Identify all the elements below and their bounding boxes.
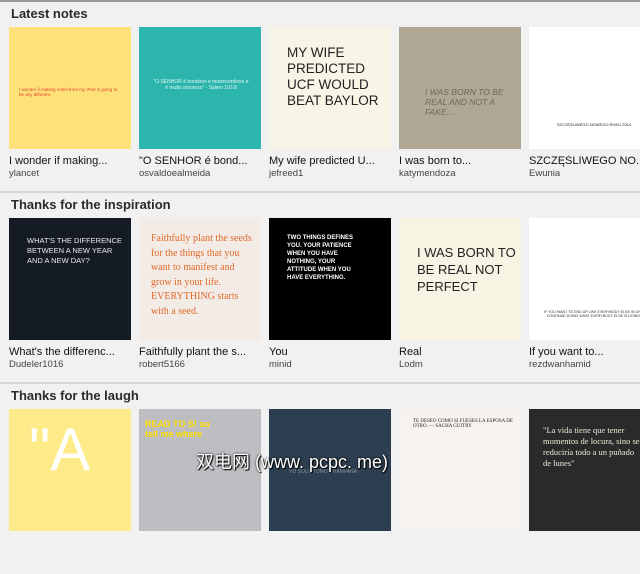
- note-card[interactable]: I wonder if making notes from my iPad is…: [9, 27, 131, 179]
- note-title[interactable]: SZCZĘŚLIWEGO NO...: [529, 155, 640, 167]
- note-thumbnail[interactable]: Faithfully plant the seeds for the thing…: [139, 218, 261, 340]
- section-divider: [0, 191, 640, 193]
- note-title[interactable]: Real: [399, 346, 521, 358]
- note-author[interactable]: ylancet: [9, 168, 131, 179]
- note-thumbnail[interactable]: I wonder if making notes from my iPad is…: [9, 27, 131, 149]
- note-art-text: I WAS BORN TO BE REAL AND NOT A FAKE...: [425, 87, 504, 117]
- note-thumbnail[interactable]: "A: [9, 409, 131, 531]
- watermark: 双电网 (www. pcpc. me): [196, 452, 389, 472]
- section-title: Latest notes: [11, 6, 88, 21]
- note-author[interactable]: rezdwanhamid: [529, 359, 640, 370]
- note-card[interactable]: IF YOU WANT TO END UP LIKE EVERYBODY ELS…: [529, 218, 640, 370]
- note-card[interactable]: "La vida tiene que tener momentos de loc…: [529, 409, 640, 538]
- note-art-text: WHAT'S THE DIFFERENCE BETWEEN A NEW YEAR…: [27, 236, 122, 265]
- note-card[interactable]: "A: [9, 409, 131, 538]
- note-thumbnail[interactable]: "La vida tiene que tener momentos de loc…: [529, 409, 640, 531]
- section-latest-notes: Latest notes I wonder if making notes fr…: [0, 2, 640, 192]
- note-title[interactable]: Faithfully plant the s...: [139, 346, 261, 358]
- note-art-text: READ TO S! so tell me where: [145, 419, 210, 439]
- section-title: Thanks for the laugh: [11, 388, 139, 403]
- note-thumbnail[interactable]: "O SENHOR é bondoso e misericordioso e é…: [139, 27, 261, 149]
- note-author[interactable]: Ewunia: [529, 168, 640, 179]
- note-card[interactable]: I WAS BORN TO BE REAL NOT PERFECT Real L…: [399, 218, 521, 370]
- note-thumbnail[interactable]: WHAT'S THE DIFFERENCE BETWEEN A NEW YEAR…: [9, 218, 131, 340]
- note-card[interactable]: I WAS BORN TO BE REAL AND NOT A FAKE... …: [399, 27, 521, 179]
- note-card[interactable]: "O SENHOR é bondoso e misericordioso e é…: [139, 27, 261, 179]
- note-art-text: TWO THINGS DEFINES YOU. YOUR PATIENCE WH…: [287, 235, 353, 281]
- note-thumbnail[interactable]: TE DESEO COMO SI FUESES LA ESPOSA DE OTR…: [399, 409, 521, 531]
- note-thumbnail[interactable]: TWO THINGS DEFINES YOU. YOUR PATIENCE WH…: [269, 218, 391, 340]
- note-card[interactable]: Faithfully plant the seeds for the thing…: [139, 218, 261, 370]
- note-author[interactable]: robert5166: [139, 359, 261, 370]
- note-art-text: "La vida tiene que tener momentos de loc…: [543, 425, 640, 468]
- note-thumbnail[interactable]: IF YOU WANT TO END UP LIKE EVERYBODY ELS…: [529, 218, 640, 340]
- note-art-text: TE DESEO COMO SI FUESES LA ESPOSA DE OTR…: [413, 419, 513, 429]
- note-title[interactable]: If you want to...: [529, 346, 640, 358]
- note-title[interactable]: What's the differenc...: [9, 346, 131, 358]
- note-art-text: I wonder if making notes from my iPad is…: [19, 87, 118, 97]
- section-title: Thanks for the inspiration: [11, 197, 171, 212]
- note-author[interactable]: minid: [269, 359, 391, 370]
- note-art-text: IF YOU WANT TO END UP LIKE EVERYBODY ELS…: [543, 310, 640, 318]
- note-art-text: I WAS BORN TO BE REAL NOT PERFECT: [417, 245, 516, 294]
- note-art-text: MY WIFE PREDICTED UCF WOULD BEAT BAYLOR: [287, 45, 379, 108]
- note-card[interactable]: TE DESEO COMO SI FUESES LA ESPOSA DE OTR…: [399, 409, 521, 538]
- note-art-text: "A: [29, 416, 91, 483]
- note-thumbnail[interactable]: I WAS BORN TO BE REAL AND NOT A FAKE...: [399, 27, 521, 149]
- note-author[interactable]: Lodm: [399, 359, 521, 370]
- note-title[interactable]: I wonder if making...: [9, 155, 131, 167]
- note-art-text: SZCZĘŚLIWEGO NOWEGO ROKU 2014: [556, 122, 632, 127]
- note-card[interactable]: TWO THINGS DEFINES YOU. YOUR PATIENCE WH…: [269, 218, 391, 370]
- note-card[interactable]: SZCZĘŚLIWEGO NOWEGO ROKU 2014 SZCZĘŚLIWE…: [529, 27, 640, 179]
- section-thanks-for-the-laugh: Thanks for the laugh "A READ TO S! so te…: [0, 382, 640, 574]
- note-title[interactable]: I was born to...: [399, 155, 521, 167]
- note-author[interactable]: jefreed1: [269, 168, 391, 179]
- note-art-text: Faithfully plant the seeds for the thing…: [151, 233, 252, 317]
- section-thanks-for-the-inspiration: Thanks for the inspiration WHAT'S THE DI…: [0, 191, 640, 383]
- note-card[interactable]: MY WIFE PREDICTED UCF WOULD BEAT BAYLOR …: [269, 27, 391, 179]
- section-divider: [0, 382, 640, 384]
- note-thumbnail[interactable]: MY WIFE PREDICTED UCF WOULD BEAT BAYLOR: [269, 27, 391, 149]
- note-card[interactable]: WHAT'S THE DIFFERENCE BETWEEN A NEW YEAR…: [9, 218, 131, 370]
- note-author[interactable]: osvaldoealmeida: [139, 168, 261, 179]
- note-title[interactable]: "O SENHOR é bond...: [139, 155, 261, 167]
- note-art-text: "O SENHOR é bondoso e misericordioso e é…: [153, 79, 249, 91]
- note-title[interactable]: My wife predicted U...: [269, 155, 391, 167]
- note-thumbnail[interactable]: SZCZĘŚLIWEGO NOWEGO ROKU 2014: [529, 27, 640, 149]
- note-thumbnail[interactable]: I WAS BORN TO BE REAL NOT PERFECT: [399, 218, 521, 340]
- note-author[interactable]: katymendoza: [399, 168, 521, 179]
- note-title[interactable]: You: [269, 346, 391, 358]
- note-author[interactable]: Dudeler1016: [9, 359, 131, 370]
